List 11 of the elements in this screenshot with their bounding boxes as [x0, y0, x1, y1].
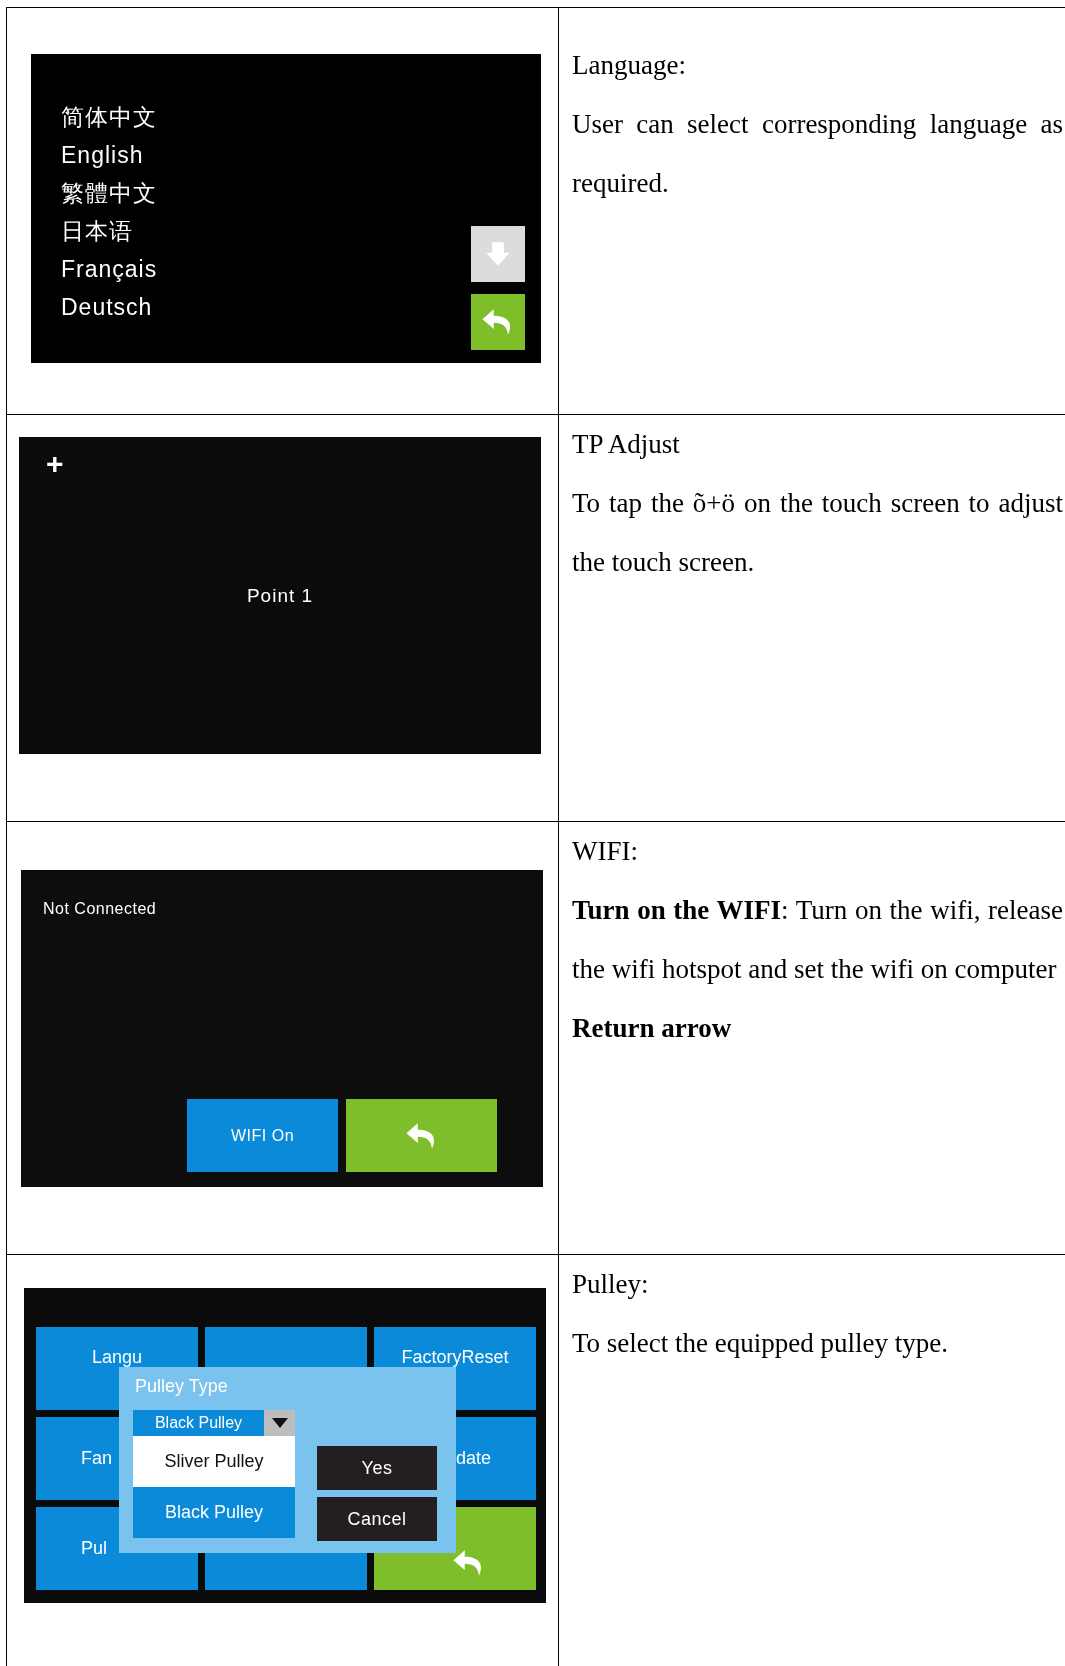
section-heading: TP Adjust: [572, 428, 681, 461]
description-text: User can select corresponding language as required.: [572, 108, 1063, 200]
description-text: Turn on the WIFI: Turn on the wifi, release the wifi hotspot and set the wifi on computer: [572, 894, 1063, 986]
description-text: To select the equipped pulley type.: [572, 1327, 949, 1360]
connection-status: Not Connected: [43, 900, 157, 918]
point-label: Point 1: [246, 584, 314, 607]
section-heading: WIFI:: [572, 835, 639, 868]
section-heading: Pulley:: [572, 1268, 650, 1301]
description-text: To tap the õ+ö on the touch screen to adjust the touch screen.: [572, 487, 1063, 579]
section-heading: Language:: [572, 49, 687, 82]
description-text: Return arrow: [572, 1012, 733, 1045]
